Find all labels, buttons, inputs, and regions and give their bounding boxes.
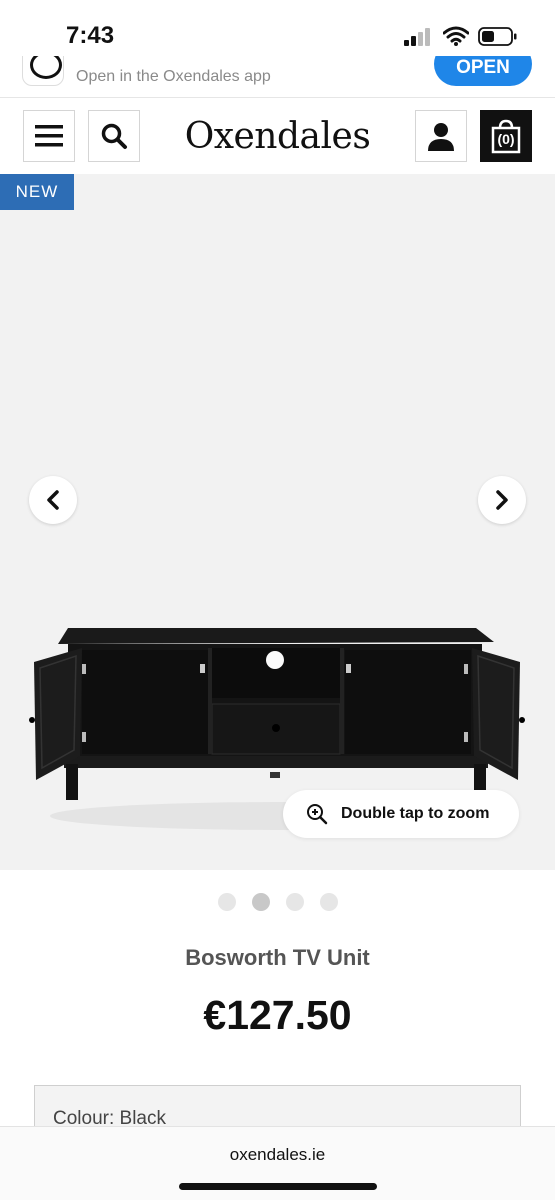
- pagination-dot-active[interactable]: [251, 893, 270, 911]
- zoom-hint[interactable]: Double tap to zoom: [283, 790, 519, 838]
- wifi-icon: [443, 26, 469, 46]
- chevron-right-icon: [496, 490, 508, 510]
- url-text[interactable]: oxendales.ie: [0, 1145, 555, 1165]
- browser-address-bar[interactable]: oxendales.ie: [0, 1126, 555, 1200]
- battery-icon: [478, 27, 517, 46]
- user-icon: [428, 123, 454, 151]
- zoom-in-icon: [307, 804, 328, 825]
- pagination-dot[interactable]: [217, 893, 236, 911]
- product-gallery[interactable]: NEW Double tap to zoom: [0, 174, 555, 870]
- open-app-button[interactable]: OPEN: [434, 56, 532, 86]
- signal-icon: [404, 28, 434, 46]
- search-icon: [101, 123, 127, 149]
- brand-logo[interactable]: Oxendales: [150, 116, 405, 157]
- hamburger-icon: [35, 125, 63, 147]
- menu-button[interactable]: [23, 110, 75, 162]
- chevron-left-icon: [47, 490, 59, 510]
- new-badge: NEW: [0, 174, 74, 210]
- status-bar: 7:43: [0, 0, 555, 56]
- shopping-bag-button[interactable]: (0): [480, 110, 532, 162]
- search-button[interactable]: [88, 110, 140, 162]
- app-logo-icon: [22, 56, 64, 86]
- gallery-pagination: [0, 893, 555, 911]
- site-header: Oxendales (0): [0, 98, 555, 174]
- product-price: €127.50: [203, 992, 352, 1038]
- bag-count: (0): [497, 131, 515, 147]
- previous-image-button[interactable]: [29, 476, 77, 524]
- pagination-dot[interactable]: [319, 893, 338, 911]
- app-banner-text: Open in the Oxendales app: [76, 68, 271, 85]
- home-indicator: [179, 1183, 377, 1190]
- product-title: Bosworth TV Unit: [185, 945, 370, 970]
- next-image-button[interactable]: [478, 476, 526, 524]
- account-button[interactable]: [415, 110, 467, 162]
- app-banner: Open in the Oxendales app OPEN: [0, 56, 555, 98]
- product-page: 7:43 Open in the Oxendales app OPEN Oxen…: [0, 0, 555, 1200]
- zoom-hint-text: Double tap to zoom: [341, 805, 490, 822]
- pagination-dot[interactable]: [285, 893, 304, 911]
- status-time: 7:43: [66, 22, 115, 49]
